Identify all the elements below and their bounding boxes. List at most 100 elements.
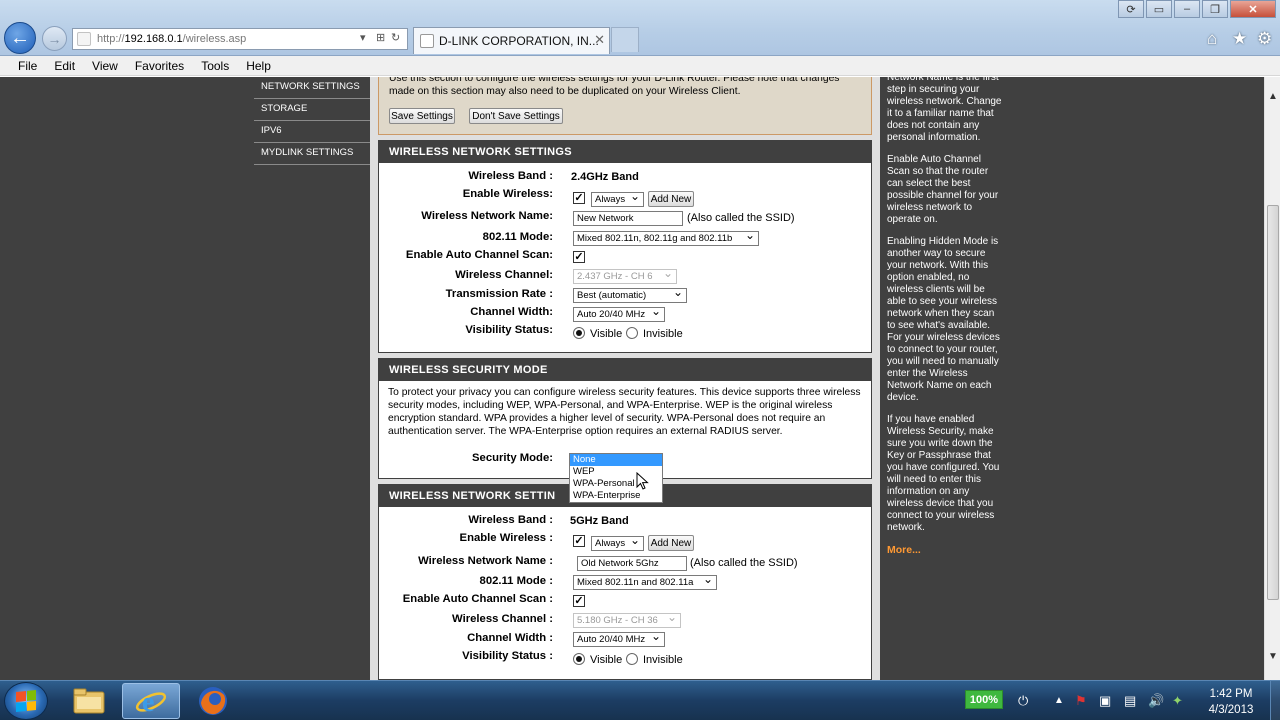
battery-indicator[interactable]: 100% <box>965 690 1003 709</box>
visible-radio[interactable] <box>573 327 585 339</box>
tab-close-icon[interactable]: ✕ <box>594 32 605 48</box>
scroll-up-arrow-icon[interactable]: ▲ <box>1268 91 1278 102</box>
menu-edit[interactable]: Edit <box>54 59 75 73</box>
mode-select[interactable]: Mixed 802.11n, 802.11g and 802.11b <box>573 231 759 246</box>
wireless-settings-5ghz: WIRELESS NETWORK SETTIN Wireless Band : … <box>378 484 872 680</box>
nav-storage[interactable]: STORAGE <box>254 99 370 121</box>
invisible-radio[interactable] <box>626 327 638 339</box>
wireless-band-label: Wireless Band : <box>468 170 553 182</box>
invisible-radio[interactable] <box>626 653 638 665</box>
auto-channel-scan-checkbox[interactable]: ✓ <box>573 251 585 263</box>
security-option-none[interactable]: None <box>570 454 662 466</box>
security-mode-label: Security Mode: <box>472 452 553 464</box>
taskbar-firefox[interactable] <box>184 683 242 719</box>
nav-ipv6[interactable]: IPV6 <box>254 121 370 143</box>
menu-file[interactable]: File <box>18 59 37 73</box>
window-extra-button[interactable]: ⟳ <box>1118 0 1144 18</box>
channel-width-select[interactable]: Auto 20/40 MHz <box>573 632 665 647</box>
channel-width-label: Channel Width: <box>470 306 553 318</box>
url-host: 192.168.0.1 <box>124 33 183 45</box>
minimize-button[interactable]: – <box>1174 0 1200 18</box>
add-new-button[interactable]: Add New <box>648 191 694 207</box>
page-viewport: NETWORK SETTINGS STORAGE IPV6 MYDLINK SE… <box>0 77 1264 680</box>
menu-tools[interactable]: Tools <box>201 59 229 73</box>
menu-view[interactable]: View <box>92 59 118 73</box>
scrollbar-thumb[interactable] <box>1267 205 1279 600</box>
schedule-select[interactable]: Always <box>591 192 644 207</box>
volume-icon[interactable]: 🔊 <box>1148 693 1164 709</box>
folder-icon <box>73 688 105 714</box>
show-hidden-icons-icon[interactable]: ▲ <box>1054 695 1064 706</box>
forward-button[interactable]: → <box>42 26 67 51</box>
mouse-pointer-icon <box>636 472 649 490</box>
auto-channel-scan-label: Enable Auto Channel Scan: <box>405 249 553 261</box>
security-option-wpa-enterprise[interactable]: WPA-Enterprise <box>570 490 662 502</box>
wireless-band-value: 5GHz Band <box>570 515 629 527</box>
vertical-scrollbar[interactable]: ▲ ▼ <box>1264 77 1280 680</box>
device-icon[interactable]: ▣ <box>1099 693 1111 709</box>
nav-network-settings[interactable]: NETWORK SETTINGS <box>254 77 370 99</box>
favorites-star-icon[interactable]: ★ <box>1232 29 1247 49</box>
window-restore-small-button[interactable]: ▭ <box>1146 0 1172 18</box>
network-name-input[interactable]: New Network <box>573 211 683 226</box>
gear-icon[interactable]: ⚙ <box>1257 29 1272 49</box>
new-tab-button[interactable] <box>611 27 639 52</box>
bluetooth-icon[interactable]: ✦ <box>1172 693 1183 709</box>
network-icon[interactable]: ▤ <box>1124 693 1136 709</box>
invisible-label: Invisible <box>643 654 683 666</box>
ssid-hint: (Also called the SSID) <box>690 557 798 569</box>
system-clock[interactable]: 1:42 PM 4/3/2013 <box>1196 686 1266 718</box>
back-arrow-icon: ← <box>10 26 30 49</box>
taskbar-explorer[interactable] <box>60 683 118 719</box>
channel-width-select[interactable]: Auto 20/40 MHz <box>573 307 665 322</box>
show-desktop-button[interactable] <box>1270 681 1280 720</box>
network-name-label: Wireless Network Name : <box>418 555 553 567</box>
add-new-button[interactable]: Add New <box>648 535 694 551</box>
left-navigation: NETWORK SETTINGS STORAGE IPV6 MYDLINK SE… <box>254 77 372 680</box>
windows-logo-icon <box>16 689 36 713</box>
refresh-icon[interactable]: ↻ <box>391 31 400 44</box>
wireless-channel-label: Wireless Channel : <box>452 613 553 625</box>
help-more-link[interactable]: More... <box>880 544 1008 556</box>
dont-save-settings-button[interactable]: Don't Save Settings <box>469 108 563 124</box>
schedule-select[interactable]: Always <box>591 536 644 551</box>
wireless-band-label: Wireless Band : <box>468 514 553 526</box>
invisible-label: Invisible <box>643 328 683 340</box>
taskbar-internet-explorer[interactable]: e <box>122 683 180 719</box>
channel-width-label: Channel Width : <box>467 632 553 644</box>
enable-wireless-checkbox[interactable]: ✓ <box>573 192 585 204</box>
action-center-icon[interactable]: ⚑ <box>1075 693 1087 709</box>
help-paragraph-security: If you have enabled Wireless Security, m… <box>887 414 1000 533</box>
menu-help[interactable]: Help <box>246 59 271 73</box>
auto-channel-scan-checkbox[interactable]: ✓ <box>573 595 585 607</box>
network-name-input[interactable]: Old Network 5Ghz <box>577 556 687 571</box>
scroll-down-arrow-icon[interactable]: ▼ <box>1268 651 1278 662</box>
close-window-button[interactable]: ✕ <box>1230 0 1276 18</box>
ssid-hint: (Also called the SSID) <box>687 212 795 224</box>
security-description: To protect your privacy you can configur… <box>388 387 861 437</box>
power-plug-icon[interactable]: ⏻ <box>1018 693 1028 709</box>
compatibility-view-icon[interactable]: ⊞ <box>376 31 385 44</box>
maximize-button[interactable]: ❐ <box>1202 0 1228 18</box>
visible-label: Visible <box>590 654 623 666</box>
enable-wireless-checkbox[interactable]: ✓ <box>573 535 585 547</box>
transmission-rate-select[interactable]: Best (automatic) <box>573 288 687 303</box>
clock-time: 1:42 PM <box>1209 688 1253 700</box>
enable-wireless-label: Enable Wireless : <box>459 532 553 544</box>
wireless-channel-select[interactable]: 5.180 GHz - CH 36 <box>573 613 681 628</box>
visible-radio[interactable] <box>573 653 585 665</box>
menu-favorites[interactable]: Favorites <box>135 59 184 73</box>
home-icon[interactable]: ⌂ <box>1207 29 1217 49</box>
start-button[interactable] <box>4 682 48 720</box>
wireless-band-value: 2.4GHz Band <box>571 171 639 183</box>
wireless-channel-select[interactable]: 2.437 GHz - CH 6 <box>573 269 677 284</box>
nav-mydlink-settings[interactable]: MYDLINK SETTINGS <box>254 143 370 165</box>
mode-select[interactable]: Mixed 802.11n and 802.11a <box>573 575 717 590</box>
tab-dlink[interactable]: D-LINK CORPORATION, IN... ✕ <box>413 27 610 54</box>
save-settings-button[interactable]: Save Settings <box>389 108 455 124</box>
address-bar[interactable]: http://192.168.0.1/wireless.asp ▾ ⊞ ↻ <box>72 28 408 50</box>
visible-label: Visible <box>590 328 623 340</box>
search-dropdown-icon[interactable]: ▾ <box>360 31 366 44</box>
back-button[interactable]: ← <box>4 22 36 54</box>
network-name-label: Wireless Network Name: <box>421 210 553 222</box>
